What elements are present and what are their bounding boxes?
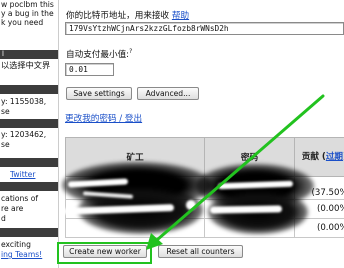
sidebar-section-header: [0, 182, 58, 191]
contribution-percent: (37.50%): [311, 188, 344, 198]
contribution-count: 5: [296, 178, 344, 188]
save-settings-button[interactable]: Save settings: [66, 87, 132, 100]
bitcoin-address-input[interactable]: 179VsYtzhWCjnArs2kzzGLfozb8rWNsD2h: [65, 22, 344, 35]
sidebar-text: se: [1, 107, 10, 116]
password-cell: [204, 199, 295, 219]
contribution-cell: 5 (37.50%): [293, 176, 344, 200]
sidebar-text: w poclbm this: [1, 0, 54, 9]
table-row: (0.00%): [64, 199, 344, 219]
sidebar-text: y a bug in the: [1, 9, 54, 18]
sidebar-text: y: 1203462,: [1, 130, 47, 139]
contribution-column-header: 贡献 (过期): [293, 137, 344, 177]
sidebar-section-header: [0, 85, 58, 94]
sidebar-section-header: [0, 119, 58, 128]
worker-cell: [64, 176, 206, 200]
change-password-logout-link[interactable]: 更改我的密码 / 登出: [65, 112, 142, 124]
address-label-text: 你的比特币地址，用来接收: [66, 11, 170, 21]
contribution-percent: (0.00%): [316, 204, 344, 214]
contribution-percent: (0.00%): [316, 223, 344, 233]
autopay-label-text: 自动支付最小值:: [66, 50, 130, 60]
address-help-link[interactable]: 帮助: [172, 11, 189, 21]
contribution-cell: (0.00%): [293, 199, 344, 219]
password-column-header: 密码: [204, 137, 295, 177]
sidebar-text: d: [1, 214, 6, 223]
address-label: 你的比特币地址，用来接收 帮助: [66, 9, 189, 21]
sidebar-section-header: [0, 158, 58, 167]
contribution-cell: (0.00%): [293, 218, 344, 238]
table-header-row: 矿工 密码 贡献 (过期): [64, 137, 344, 177]
create-new-worker-button[interactable]: Create new worker: [63, 245, 147, 258]
expired-link[interactable]: 过期: [326, 152, 343, 162]
sidebar-section-header: l: [0, 50, 58, 59]
autopay-label: 自动支付最小值:?: [66, 48, 132, 60]
password-cell: [204, 218, 295, 238]
sidebar-text: re are: [1, 204, 24, 213]
sidebar-text: exciting: [1, 240, 31, 249]
sidebar-text: y: 1155038,: [1, 97, 47, 106]
sidebar-text: k you need: [1, 18, 44, 27]
autopay-minimum-input[interactable]: 0.01: [65, 63, 114, 76]
worker-column-header: 矿工: [64, 137, 206, 177]
autopay-help-icon[interactable]: ?: [129, 48, 132, 55]
workers-table: 矿工 密码 贡献 (过期) 5 (37.50%) (0.00%) (0.00%): [64, 137, 344, 238]
table-row: (0.00%): [64, 218, 344, 238]
reset-all-counters-button[interactable]: Reset all counters: [158, 245, 243, 258]
advanced-button[interactable]: Advanced...: [137, 87, 199, 100]
teams-link[interactable]: ing Teams!: [1, 250, 57, 259]
sidebar-text: se: [1, 140, 10, 149]
worker-cell: [64, 218, 206, 238]
sidebar: w poclbm this y a bug in the k you need …: [0, 0, 59, 268]
sidebar-text: cations of: [1, 194, 39, 203]
sidebar-section-header: [0, 228, 58, 237]
worker-cell: [64, 199, 206, 219]
password-cell: [204, 176, 295, 200]
sidebar-language-link[interactable]: 以选择中文界: [1, 61, 57, 70]
twitter-link[interactable]: Twitter: [10, 170, 58, 179]
table-row: 5 (37.50%): [64, 176, 344, 200]
